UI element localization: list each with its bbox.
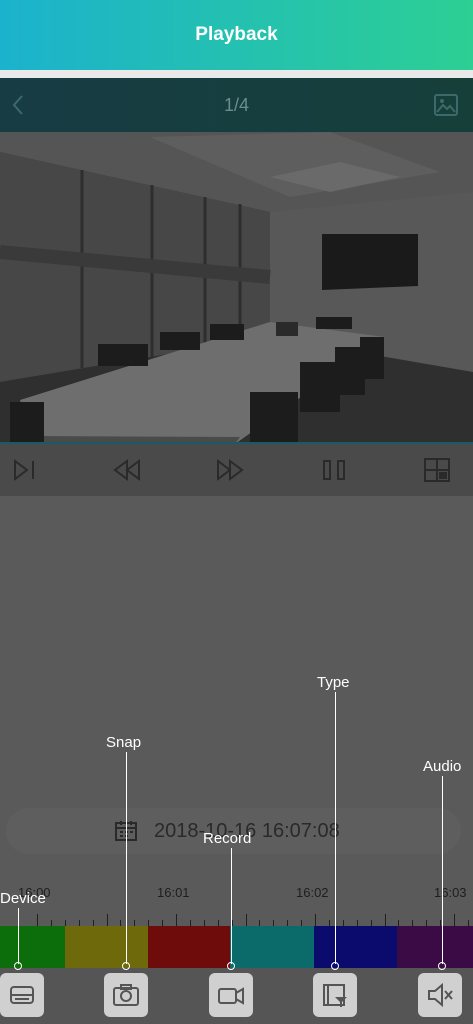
device-icon	[10, 986, 34, 1004]
video-subbar: 1/4	[0, 78, 473, 132]
timeline-tick	[454, 914, 455, 926]
tip-leader-line	[335, 692, 336, 964]
timeline-tick-label: 16:03	[434, 885, 467, 900]
timeline-segment[interactable]	[397, 926, 473, 968]
tip-anchor-dot	[14, 962, 22, 970]
tip-record: Record	[203, 830, 252, 847]
timeline-tick	[384, 914, 386, 926]
timeline-segment[interactable]	[314, 926, 397, 968]
tip-device: Device	[0, 890, 46, 907]
playback-controls	[0, 444, 473, 496]
tip-anchor-dot	[438, 962, 446, 970]
tip-anchor-dot	[331, 962, 339, 970]
timeline-tick	[106, 914, 108, 926]
filter-video-icon	[323, 984, 347, 1007]
bottom-toolbar	[0, 968, 473, 1024]
timeline-tick	[315, 914, 316, 926]
fast-forward-icon[interactable]	[215, 456, 245, 484]
tip-leader-line	[231, 848, 232, 964]
step-forward-icon[interactable]	[10, 456, 40, 484]
camera-icon	[113, 984, 139, 1006]
gallery-icon[interactable]	[433, 92, 459, 118]
video-camera-icon	[218, 987, 244, 1005]
layout-grid-icon[interactable]	[422, 456, 452, 484]
timeline-tick-label: 16:02	[296, 885, 329, 900]
audio-button[interactable]	[418, 973, 462, 1017]
header-divider	[0, 70, 473, 78]
app-header: Playback	[0, 0, 473, 70]
type-button[interactable]	[313, 973, 357, 1017]
rewind-icon[interactable]	[112, 456, 142, 484]
tip-anchor-dot	[227, 962, 235, 970]
timeline-tick	[245, 914, 247, 926]
tip-audio: Audio	[423, 758, 462, 775]
tip-leader-line	[18, 908, 19, 964]
video-player[interactable]	[0, 132, 473, 444]
tip-type: Type	[317, 674, 350, 691]
pause-icon[interactable]	[319, 456, 349, 484]
record-button[interactable]	[209, 973, 253, 1017]
timeline-segment[interactable]	[0, 926, 65, 968]
timeline-segment[interactable]	[230, 926, 314, 968]
page-title: Playback	[195, 24, 278, 45]
mute-icon	[428, 982, 453, 1008]
tip-leader-line	[126, 752, 127, 964]
conference-room-image	[0, 132, 473, 444]
tip-anchor-dot	[122, 962, 130, 970]
tip-leader-line	[442, 776, 443, 964]
timeline-tick-label: 16:01	[157, 885, 190, 900]
page-indicator: 1/4	[223, 95, 250, 115]
tip-snap: Snap	[106, 734, 142, 751]
timeline-tick	[37, 914, 38, 926]
timeline-tick	[176, 914, 177, 926]
timeline-segment[interactable]	[148, 926, 230, 968]
device-button[interactable]	[0, 973, 44, 1017]
snap-button[interactable]	[104, 973, 148, 1017]
timeline-segment[interactable]	[65, 926, 148, 968]
